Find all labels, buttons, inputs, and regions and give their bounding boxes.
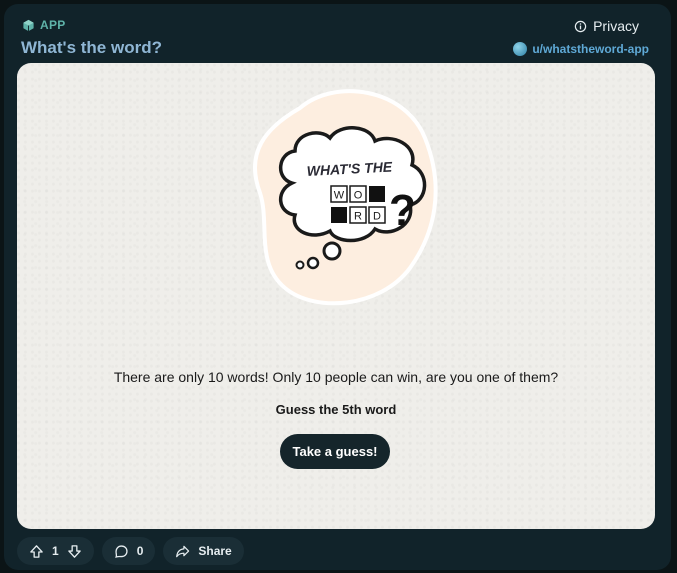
game-logo: WHAT'S THE W O R D ? (253, 89, 438, 306)
thought-bubble-large (322, 241, 342, 261)
game-panel: WHAT'S THE W O R D ? There are only 10 w… (17, 63, 655, 529)
game-prompt: There are only 10 words! Only 10 people … (113, 369, 559, 385)
privacy-label: Privacy (593, 18, 639, 34)
author-avatar (513, 42, 528, 56)
tile-o: O (354, 190, 363, 202)
comment-icon (114, 544, 128, 558)
tile-blank-2 (331, 207, 347, 223)
logo-question-mark: ? (389, 186, 416, 235)
vote-count: 1 (52, 544, 59, 558)
tile-w: W (334, 190, 345, 202)
downvote-icon[interactable] (67, 544, 82, 559)
thought-bubble-small (295, 260, 305, 270)
upvote-icon[interactable] (29, 544, 44, 559)
take-guess-button[interactable]: Take a guess! (280, 434, 390, 469)
tile-d: D (373, 211, 381, 223)
author-name: u/whatstheword-app (532, 42, 649, 56)
share-icon (176, 545, 190, 557)
share-button[interactable]: Share (163, 537, 244, 565)
guess-label: Guess the 5th word (275, 402, 397, 417)
author-link[interactable]: u/whatstheword-app (513, 42, 649, 56)
comment-count: 0 (136, 544, 144, 558)
share-label: Share (198, 544, 232, 558)
privacy-link[interactable]: Privacy (574, 18, 639, 34)
post-title[interactable]: What's the word? (21, 38, 162, 58)
vote-group: 1 (17, 537, 94, 565)
info-icon (574, 20, 587, 32)
app-tag-label: APP (40, 18, 66, 32)
post-actions: 1 0 Share (17, 537, 244, 565)
comments-button[interactable]: 0 (101, 537, 156, 565)
tile-blank-1 (369, 186, 385, 202)
thought-bubble-medium (306, 256, 320, 270)
tile-r: R (354, 211, 362, 223)
app-cube-icon (23, 19, 34, 31)
app-tag: APP (22, 18, 66, 32)
